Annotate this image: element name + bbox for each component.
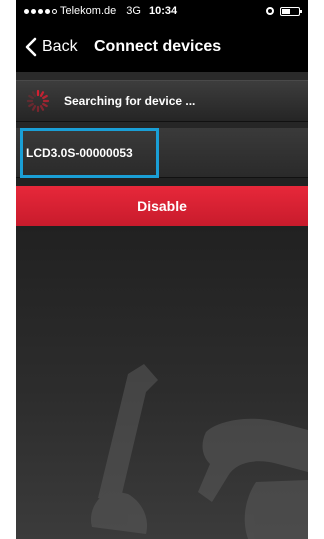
phone-screen: Telekom.de 3G 10:34 Back Connect devices <box>16 0 308 539</box>
status-bar: Telekom.de 3G 10:34 <box>16 0 308 22</box>
carrier-name: Telekom.de <box>60 5 117 17</box>
device-item-lcd3[interactable]: LCD3.0S-00000053 <box>20 128 159 178</box>
back-label: Back <box>42 38 78 55</box>
main-content: Searching for device ... LCD3.0S-0000005… <box>16 72 308 539</box>
spinner-icon <box>26 89 50 113</box>
search-status-row: Searching for device ... <box>16 80 308 122</box>
navigation-bar: Back Connect devices <box>16 22 308 72</box>
disable-button[interactable]: Disable <box>16 186 308 226</box>
chevron-left-icon <box>25 37 37 57</box>
search-status-text: Searching for device ... <box>64 94 196 108</box>
status-icons <box>266 6 302 16</box>
rotation-lock-icon <box>266 7 274 15</box>
wrench-icon <box>90 364 308 539</box>
signal-strength-icon <box>24 8 57 14</box>
network-type: 3G <box>126 5 141 17</box>
back-button[interactable]: Back <box>16 37 78 57</box>
battery-icon <box>280 6 302 16</box>
device-name: LCD3.0S-00000053 <box>26 146 133 160</box>
page-title: Connect devices <box>94 38 222 55</box>
list-item: LCD3.0S-00000053 <box>16 128 308 178</box>
clock: 10:34 <box>148 5 178 17</box>
